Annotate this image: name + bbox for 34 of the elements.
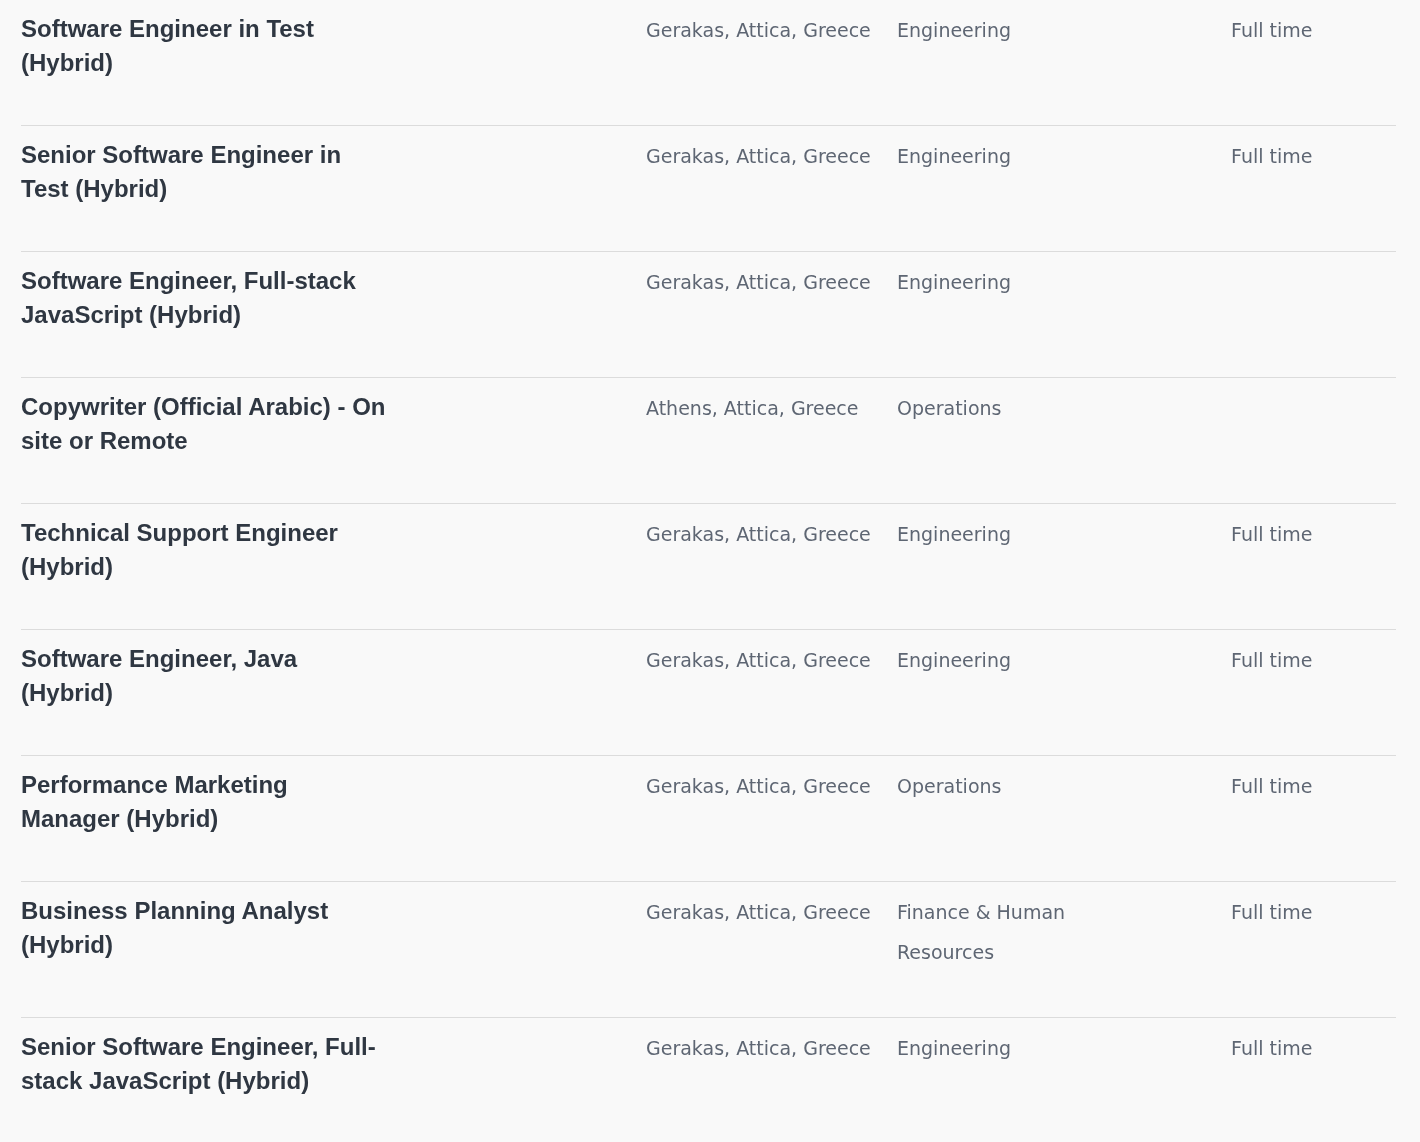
- job-department: Engineering: [897, 144, 1012, 169]
- job-title-link[interactable]: Software Engineer, Full-stack JavaScript (Hybrid): [21, 264, 391, 332]
- job-location: Gerakas, Attica, Greece: [646, 774, 872, 799]
- job-title-link[interactable]: Technical Support Engineer (Hybrid): [21, 516, 391, 584]
- job-location: Gerakas, Attica, Greece: [646, 648, 872, 673]
- job-title-link[interactable]: Business Planning Analyst (Hybrid): [21, 894, 391, 962]
- job-location: Gerakas, Attica, Greece: [646, 522, 872, 547]
- job-title-link[interactable]: Copywriter (Official Arabic) - On site or Remote: [21, 390, 391, 458]
- job-location: Gerakas, Attica, Greece: [646, 900, 872, 925]
- job-title-link[interactable]: Performance Marketing Manager (Hybrid): [21, 768, 391, 836]
- job-type: Full time: [1231, 144, 1314, 169]
- job-department: Engineering: [897, 270, 1012, 295]
- job-type: Full time: [1231, 900, 1314, 925]
- job-title-link[interactable]: Software Engineer, Java (Hybrid): [21, 642, 391, 710]
- job-type: Full time: [1231, 1036, 1314, 1061]
- job-location: Athens, Attica, Greece: [646, 396, 860, 421]
- job-type: Full time: [1231, 774, 1314, 799]
- job-location: Gerakas, Attica, Greece: [646, 18, 872, 43]
- job-location: Gerakas, Attica, Greece: [646, 144, 872, 169]
- job-department: Operations: [897, 396, 1003, 421]
- job-title-link[interactable]: Senior Software Engineer in Test (Hybrid): [21, 138, 391, 206]
- job-department: Engineering: [897, 522, 1012, 547]
- job-department: Operations: [897, 774, 1003, 799]
- job-department: Engineering: [897, 18, 1012, 43]
- job-title-link[interactable]: Senior Software Engineer, Full-stack JavaScript (Hybrid): [21, 1030, 391, 1098]
- job-type: Full time: [1231, 648, 1314, 673]
- job-location: Gerakas, Attica, Greece: [646, 270, 872, 295]
- job-type: Full time: [1231, 18, 1314, 43]
- job-location: Gerakas, Attica, Greece: [646, 1036, 872, 1061]
- job-department: Engineering: [897, 648, 1012, 673]
- job-title-link[interactable]: Software Engineer in Test (Hybrid): [21, 12, 391, 80]
- job-department: Engineering: [897, 1036, 1012, 1061]
- job-type: Full time: [1231, 522, 1314, 547]
- job-department: Finance & Human Resources: [897, 900, 1067, 965]
